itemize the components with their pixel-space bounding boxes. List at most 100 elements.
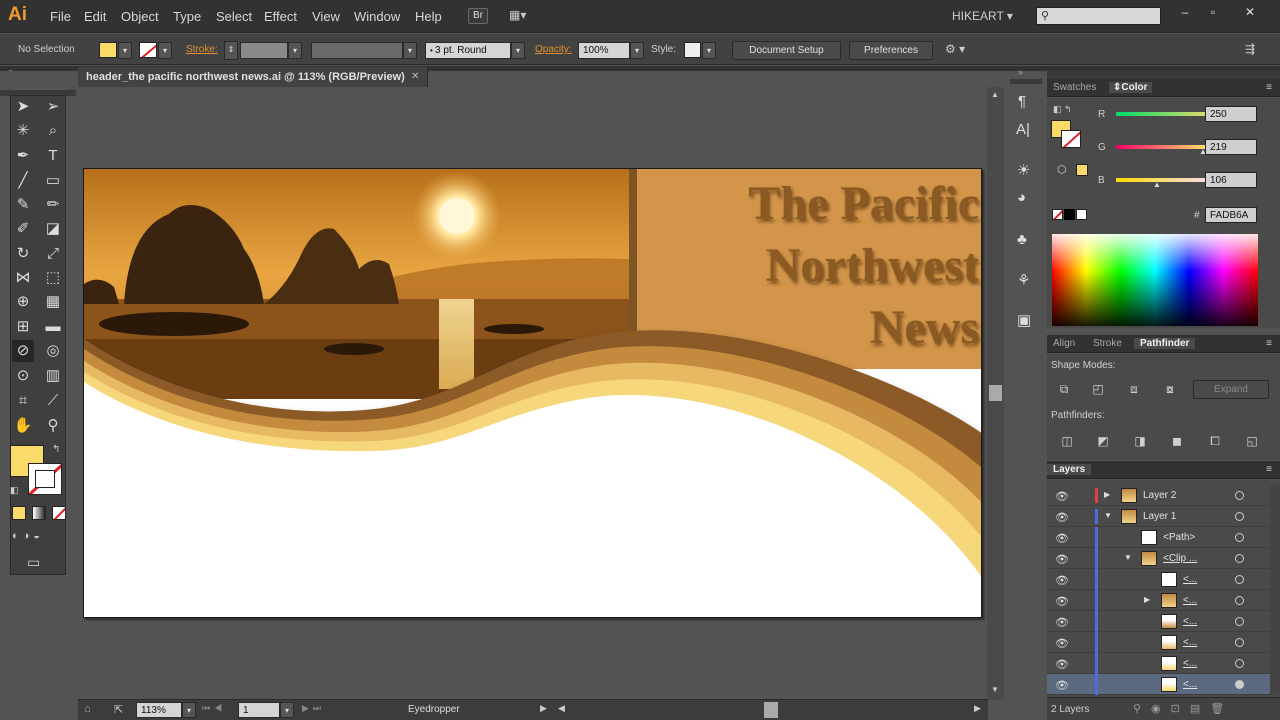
scroll-down-icon[interactable]: ▼: [991, 685, 999, 694]
stroke-color-box[interactable]: [28, 463, 62, 495]
out-of-gamut-icon[interactable]: ⬡: [1057, 163, 1067, 176]
graphic-style-swatch[interactable]: [684, 42, 701, 58]
prev-artboard-icons[interactable]: ⏮◀: [202, 703, 226, 714]
artboard-number-field[interactable]: 1: [238, 702, 280, 718]
layer-action-icons[interactable]: ⚲◉⊡▤🗑: [1133, 702, 1234, 715]
appearance-icon[interactable]: ☀: [1017, 161, 1030, 179]
stroke-weight-field[interactable]: [240, 42, 288, 59]
visibility-eye-icon[interactable]: 👁: [1055, 637, 1069, 650]
character-icon[interactable]: A|: [1016, 121, 1030, 138]
target-icon[interactable]: [1235, 554, 1244, 563]
selection-tool-icon[interactable]: ➤: [12, 96, 34, 118]
layer-name[interactable]: <Clip ...: [1163, 553, 1197, 564]
slice-tool-icon[interactable]: ⟋: [42, 390, 64, 412]
trim-icon[interactable]: ◩: [1095, 434, 1111, 448]
visibility-eye-icon[interactable]: 👁: [1055, 511, 1069, 524]
scroll-thumb[interactable]: [989, 385, 1002, 401]
expand-button[interactable]: Expand: [1193, 380, 1269, 399]
draw-modes-icon[interactable]: ◐◑◒: [12, 530, 44, 542]
layer-row[interactable]: 👁 ▶ <...: [1047, 590, 1270, 611]
layer-name[interactable]: Layer 1: [1143, 511, 1176, 522]
exclude-icon[interactable]: ⧇: [1162, 382, 1178, 396]
menu-edit[interactable]: Edit: [84, 9, 106, 24]
color-panel-menu-icon[interactable]: ≡: [1266, 82, 1272, 93]
visibility-eye-icon[interactable]: 👁: [1055, 574, 1069, 587]
target-icon[interactable]: [1235, 596, 1244, 605]
type-tool-icon[interactable]: T: [42, 145, 64, 167]
tab-swatches[interactable]: Swatches: [1053, 82, 1096, 93]
collapse-arrow-icon[interactable]: ▼: [1104, 511, 1112, 520]
hscroll-thumb[interactable]: [764, 702, 778, 718]
stroke-label[interactable]: Stroke:: [186, 44, 218, 55]
layer-row-selected[interactable]: 👁 <...: [1047, 674, 1270, 695]
stroke-dropdown[interactable]: ▾: [158, 42, 172, 59]
unite-icon[interactable]: ⧉: [1056, 382, 1072, 396]
r-value[interactable]: 250: [1205, 106, 1257, 122]
menu-file[interactable]: File: [50, 9, 71, 24]
scale-tool-icon[interactable]: ⤢: [42, 243, 64, 265]
tab-align[interactable]: Align: [1053, 338, 1075, 349]
divide-icon[interactable]: ◫: [1059, 434, 1075, 448]
layers-scrollbar[interactable]: [1270, 485, 1280, 695]
visibility-eye-icon[interactable]: 👁: [1055, 490, 1069, 503]
fill-dropdown[interactable]: ▾: [118, 42, 132, 59]
layer-row[interactable]: 👁 ▶ Layer 2: [1047, 485, 1270, 506]
symbols-icon[interactable]: ♣: [1017, 231, 1027, 248]
brush-definition[interactable]: • 3 pt. Round: [425, 42, 511, 59]
layers-menu-icon[interactable]: ≡: [1266, 464, 1272, 475]
artboard-nav-icon[interactable]: ⌂: [84, 703, 91, 715]
tab-layers[interactable]: Layers: [1047, 464, 1092, 475]
maximize-icon[interactable]: ▫: [1206, 5, 1220, 19]
column-graph-icon[interactable]: ▥: [42, 365, 64, 387]
default-colors-icon[interactable]: ◧: [10, 485, 19, 496]
layer-name[interactable]: <...: [1183, 616, 1197, 627]
menu-object[interactable]: Object: [121, 9, 159, 24]
blend-tool-icon[interactable]: ◎: [42, 340, 64, 362]
blob-brush-icon[interactable]: ✐: [12, 218, 34, 240]
stroke-swatch[interactable]: [139, 42, 157, 58]
symbol-sprayer-icon[interactable]: ⊙: [12, 365, 34, 387]
search-input[interactable]: ⚲: [1036, 7, 1161, 25]
tab-pathfinder[interactable]: Pathfinder: [1134, 338, 1196, 349]
expand-panels-icon[interactable]: »: [1018, 67, 1023, 77]
layer-name[interactable]: <...: [1183, 595, 1197, 606]
b-slider-thumb[interactable]: ▲: [1153, 180, 1161, 189]
transparency-icon[interactable]: ▣: [1017, 311, 1031, 329]
layer-name[interactable]: <...: [1183, 679, 1197, 690]
layer-row[interactable]: 👁 <...: [1047, 632, 1270, 653]
workspace-switcher[interactable]: HIKEART ▾: [952, 9, 1013, 23]
width-tool-icon[interactable]: ⋈: [12, 267, 34, 289]
collapse-arrow-icon[interactable]: ▼: [1124, 553, 1132, 562]
expand-arrow-icon[interactable]: ▶: [1104, 490, 1110, 499]
intersect-icon[interactable]: ⧈: [1126, 382, 1142, 396]
target-icon[interactable]: [1235, 680, 1244, 689]
menu-view[interactable]: View: [312, 9, 340, 24]
fill-swatch[interactable]: [99, 42, 117, 58]
visibility-eye-icon[interactable]: 👁: [1055, 679, 1069, 692]
arrange-documents-icon[interactable]: ▦▾: [509, 8, 535, 24]
layer-name[interactable]: <...: [1183, 574, 1197, 585]
artboard[interactable]: The Pacific Northwest News: [83, 168, 982, 618]
style-dropdown[interactable]: ▾: [702, 42, 716, 59]
opacity-dropdown[interactable]: ▾: [630, 42, 644, 59]
color-stroke-swatch[interactable]: [1061, 130, 1081, 148]
gradient-tool-icon[interactable]: ▬: [42, 316, 64, 338]
direct-selection-tool-icon[interactable]: ➢: [42, 96, 64, 118]
color-spectrum[interactable]: [1052, 234, 1258, 326]
visibility-eye-icon[interactable]: 👁: [1055, 553, 1069, 566]
vertical-scrollbar[interactable]: ▲ ▼: [987, 87, 1004, 700]
artboard-tool-icon[interactable]: ⌗: [12, 390, 34, 412]
scroll-right-icon[interactable]: ▶: [974, 703, 981, 714]
fill-stroke-toggle-icon[interactable]: ◧ ↰: [1053, 104, 1072, 115]
layer-row[interactable]: 👁 <...: [1047, 569, 1270, 590]
close-tab-icon[interactable]: ✕: [411, 71, 419, 82]
magic-wand-icon[interactable]: ✳: [12, 120, 34, 142]
minimize-icon[interactable]: –: [1178, 5, 1192, 19]
line-tool-icon[interactable]: ╱: [12, 170, 34, 192]
eyedropper-tool-icon[interactable]: ⊘: [12, 340, 34, 362]
eraser-icon[interactable]: ◪: [42, 218, 64, 240]
hex-value[interactable]: FADB6A: [1205, 207, 1257, 223]
target-icon[interactable]: [1235, 512, 1244, 521]
screen-mode-icon[interactable]: ▭: [27, 554, 40, 571]
merge-icon[interactable]: ◨: [1132, 434, 1148, 448]
